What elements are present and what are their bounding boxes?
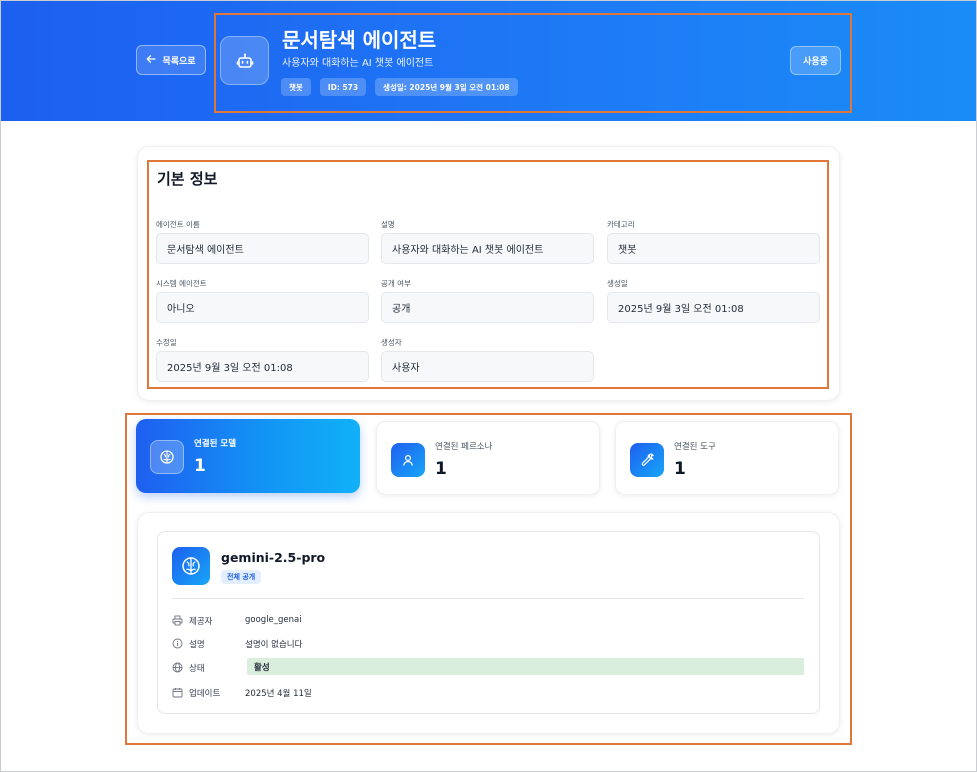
tab-connected-personas[interactable]: 연결된 페르소나 1 [376, 421, 600, 495]
prop-value-provider: google_genai [245, 615, 302, 625]
prop-label-provider: 제공자 [189, 617, 213, 627]
status-active-badge: 활성 [247, 658, 804, 675]
printer-icon [171, 614, 183, 626]
back-to-list-button[interactable]: 목록으로 [136, 45, 206, 75]
stat-label-tools: 연결된 도구 [674, 442, 716, 452]
back-button-label: 목록으로 [162, 56, 196, 67]
calendar-icon [171, 686, 183, 698]
id-badge: ID: 573 [319, 78, 367, 96]
prop-value-description: 설명이 없습니다 [245, 640, 303, 650]
prop-label-updated: 업데이트 [189, 689, 221, 699]
basic-info-title: 기본 정보 [157, 170, 218, 188]
bot-icon [220, 36, 269, 85]
stat-value-models: 1 [194, 456, 206, 476]
brain-icon [150, 440, 184, 474]
model-divider [172, 598, 804, 599]
field-label-system-agent: 시스템 에이전트 [156, 279, 207, 288]
agent-badges: 챗봇 ID: 573 생성일: 2025년 9월 3일 오전 01:08 [281, 78, 518, 96]
field-label-agent-name: 에이전트 이름 [156, 220, 200, 229]
field-system-agent: 아니오 [156, 292, 369, 323]
field-category: 챗봇 [607, 233, 820, 264]
stat-label-models: 연결된 모델 [194, 439, 237, 449]
field-updated-at: 2025년 9월 3일 오전 01:08 [156, 351, 369, 382]
in-use-status-button[interactable]: 사용중 [790, 46, 841, 75]
category-badge: 챗봇 [281, 78, 311, 96]
arrow-left-icon [146, 54, 157, 67]
stat-value-tools: 1 [674, 459, 686, 479]
field-agent-name: 문서탐색 에이전트 [156, 233, 369, 264]
model-visibility-badge: 전체 공개 [221, 570, 262, 584]
field-label-category: 카테고리 [607, 220, 635, 229]
user-icon [391, 443, 425, 477]
prop-value-updated: 2025년 4월 11일 [245, 689, 312, 699]
model-name: gemini-2.5-pro [221, 550, 326, 565]
wrench-icon [630, 443, 664, 477]
model-brain-icon [172, 547, 210, 585]
stat-value-personas: 1 [435, 459, 447, 479]
field-creator: 사용자 [381, 351, 594, 382]
prop-label-status: 상태 [189, 664, 205, 674]
field-visibility: 공개 [381, 292, 594, 323]
field-label-creator: 생성자 [381, 338, 402, 347]
field-label-created-at: 생성일 [607, 279, 628, 288]
field-label-visibility: 공개 여부 [381, 279, 411, 288]
prop-label-description: 설명 [189, 640, 205, 650]
agent-subtitle: 사용자와 대화하는 AI 챗봇 에이전트 [282, 58, 434, 69]
field-label-updated-at: 수정일 [156, 338, 177, 347]
info-icon [171, 637, 183, 649]
globe-icon [171, 661, 183, 673]
agent-title: 문서탐색 에이전트 [282, 28, 437, 52]
field-description: 사용자와 대화하는 AI 챗봇 에이전트 [381, 233, 594, 264]
field-created-at: 2025년 9월 3일 오전 01:08 [607, 292, 820, 323]
created-date-badge: 생성일: 2025년 9월 3일 오전 01:08 [375, 78, 518, 96]
stat-label-personas: 연결된 페르소나 [435, 442, 493, 452]
tab-connected-tools[interactable]: 연결된 도구 1 [615, 421, 839, 495]
tab-connected-models[interactable]: 연결된 모델 1 [136, 419, 360, 493]
field-label-description: 설명 [381, 220, 395, 229]
